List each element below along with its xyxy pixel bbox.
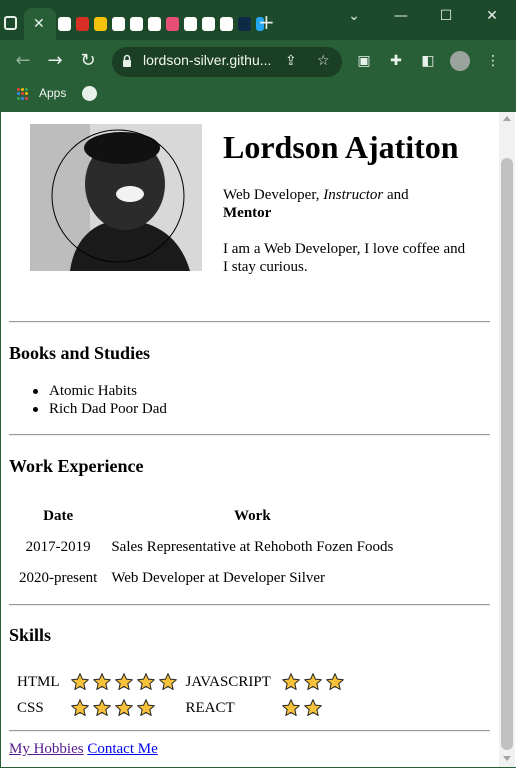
contact-link[interactable]: Contact Me xyxy=(87,741,157,757)
globe-icon[interactable] xyxy=(82,86,97,101)
skill-name: JAVASCRIPT xyxy=(185,673,271,690)
tab-favicon-icon[interactable] xyxy=(4,16,17,30)
tagline-role: Web Developer, xyxy=(223,187,320,203)
tab-favicon-icon[interactable] xyxy=(238,17,251,31)
close-tab-icon[interactable]: ✕ xyxy=(33,16,45,32)
profile-avatar[interactable] xyxy=(450,51,470,71)
skills-table: HTML JAVASCRIPT CSS REACT xyxy=(13,668,351,722)
cell-date: 2017-2019 xyxy=(25,539,91,555)
star-icon xyxy=(92,673,111,690)
maximize-icon[interactable]: ☐ xyxy=(434,6,458,26)
list-item: Atomic Habits xyxy=(31,382,167,400)
skill-name: HTML xyxy=(17,673,60,690)
tagline-and: and xyxy=(386,187,409,203)
share-icon[interactable]: ⇪ xyxy=(285,52,297,70)
star-icon xyxy=(136,699,155,716)
column-header-work: Work xyxy=(233,508,271,524)
tab-strip xyxy=(4,6,22,40)
star-icon xyxy=(92,699,111,716)
divider xyxy=(9,730,490,732)
cell-date: 2020-present xyxy=(19,570,98,586)
column-header-date: Date xyxy=(43,508,74,524)
star-icon xyxy=(70,699,89,716)
scroll-down-arrow-icon[interactable] xyxy=(503,756,511,761)
cell-work: Sales Representative at Rehoboth Fozen F… xyxy=(111,539,394,555)
tab-favicon-icon[interactable] xyxy=(202,17,215,31)
skill-name: REACT xyxy=(185,699,235,716)
window-border xyxy=(0,112,1,768)
bookmarks-bar xyxy=(0,82,516,112)
table-row: 2017-2019 Sales Representative at Rehobo… xyxy=(13,533,399,562)
scroll-up-arrow-icon[interactable] xyxy=(503,116,511,121)
profile-photo xyxy=(30,124,202,271)
star-icon xyxy=(303,673,322,690)
back-icon[interactable]: ← xyxy=(12,50,34,72)
new-tab-icon[interactable]: + xyxy=(258,12,275,32)
books-heading: Books and Studies xyxy=(9,343,151,363)
star-icon xyxy=(158,673,177,690)
tab-favicon-icon[interactable] xyxy=(184,17,197,31)
minimize-icon[interactable]: — xyxy=(389,6,413,26)
skill-rating xyxy=(279,670,349,694)
bookmark-apps[interactable]: Apps xyxy=(39,86,66,100)
tab-favicon-icon[interactable] xyxy=(148,17,161,31)
tab-favicon-icon[interactable] xyxy=(112,17,125,31)
extension-badge-icon[interactable]: ▣ xyxy=(354,51,374,71)
star-icon xyxy=(303,699,322,716)
star-icon xyxy=(70,673,89,690)
reload-icon[interactable]: ↻ xyxy=(77,50,99,72)
divider xyxy=(9,604,490,606)
skills-heading: Skills xyxy=(9,625,52,645)
tab-favicon-icon[interactable] xyxy=(220,17,233,31)
tab-favicon-icon[interactable] xyxy=(76,17,89,31)
star-icon xyxy=(281,699,300,716)
star-icon xyxy=(114,673,133,690)
divider xyxy=(9,434,490,436)
work-heading: Work Experience xyxy=(9,456,144,476)
table-row: CSS REACT xyxy=(15,696,349,720)
hobbies-link[interactable]: My Hobbies xyxy=(9,741,84,757)
skill-rating xyxy=(279,696,349,720)
portrait-image xyxy=(30,124,202,271)
skill-name: CSS xyxy=(17,699,44,716)
tab-favicon-icon[interactable] xyxy=(166,17,179,31)
skill-rating xyxy=(68,696,182,720)
footer-links: My Hobbies Contact Me xyxy=(9,741,158,758)
lock-icon xyxy=(123,54,131,67)
apps-grid-icon[interactable] xyxy=(17,88,29,100)
tab-search-chevron-icon[interactable]: ⌄ xyxy=(342,6,366,26)
browser-menu-icon[interactable]: ⋮ xyxy=(483,51,503,71)
close-window-icon[interactable]: ✕ xyxy=(480,6,504,26)
star-icon xyxy=(136,673,155,690)
tab-favicon-icon[interactable] xyxy=(58,17,71,31)
address-url[interactable]: lordson-silver.githu... xyxy=(143,52,271,68)
bookmark-star-icon[interactable]: ☆ xyxy=(317,52,330,70)
tab-favicons xyxy=(58,17,269,33)
side-panel-icon[interactable]: ◧ xyxy=(418,51,438,71)
tab-favicon-icon[interactable] xyxy=(130,17,143,31)
work-table: Date Work 2017-2019 Sales Representative… xyxy=(11,500,401,595)
cell-work: Web Developer at Developer Silver xyxy=(111,570,326,586)
star-icon xyxy=(281,673,300,690)
page-viewport: Lordson Ajatiton Web Developer, Instruct… xyxy=(1,112,499,767)
divider xyxy=(9,321,490,323)
books-list: Atomic Habits Rich Dad Poor Dad xyxy=(31,382,167,418)
profile-tagline: Web Developer, Instructor and Mentor xyxy=(223,186,468,222)
list-item: Rich Dad Poor Dad xyxy=(31,400,167,418)
tab-favicon-icon[interactable] xyxy=(94,17,107,31)
tagline-mentor: Mentor xyxy=(223,205,272,221)
table-header-row: Date Work xyxy=(13,502,399,531)
profile-name: Lordson Ajatiton xyxy=(223,129,459,165)
skill-rating xyxy=(68,670,182,694)
forward-icon[interactable]: → xyxy=(44,50,66,72)
star-icon xyxy=(114,699,133,716)
scrollbar-thumb[interactable] xyxy=(501,158,513,750)
table-row: HTML JAVASCRIPT xyxy=(15,670,349,694)
star-icon xyxy=(325,673,344,690)
tagline-instructor: Instructor xyxy=(323,187,384,203)
extensions-puzzle-icon[interactable]: ✚ xyxy=(386,51,406,71)
table-row: 2020-present Web Developer at Developer … xyxy=(13,564,399,593)
profile-bio: I am a Web Developer, I love coffee and … xyxy=(223,241,466,275)
